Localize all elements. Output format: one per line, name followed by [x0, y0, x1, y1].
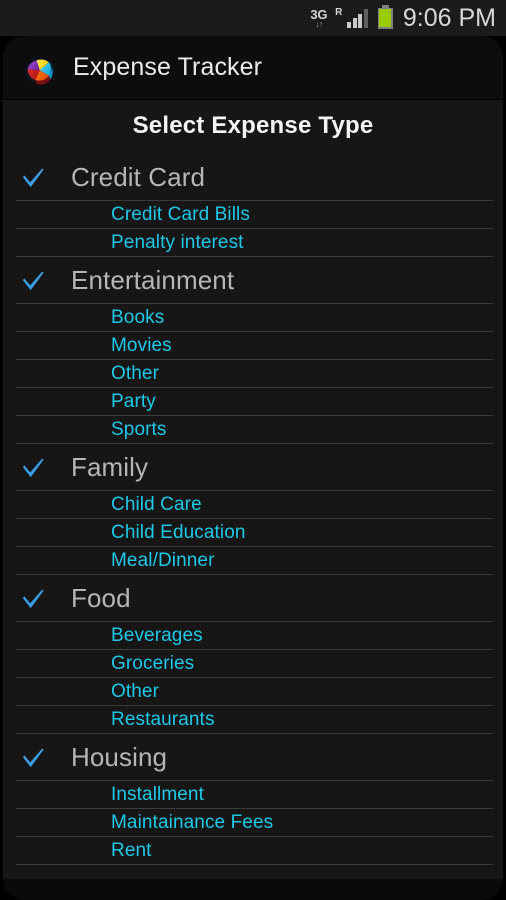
group-label: Food: [71, 583, 131, 613]
list-item-books[interactable]: Books: [3, 304, 503, 332]
battery-fill: [379, 9, 392, 27]
battery-icon: [377, 4, 393, 29]
list-item-meal-dinner[interactable]: Meal/Dinner: [3, 547, 503, 575]
action-bar: Expense Tracker: [3, 36, 503, 100]
list-item-sports[interactable]: Sports: [3, 416, 503, 444]
list-item-other[interactable]: Other: [3, 360, 503, 388]
list-item-label: Installment: [111, 784, 204, 805]
list-item-child-care[interactable]: Child Care: [3, 491, 503, 519]
list-item-penalty-interest[interactable]: Penalty interest: [3, 229, 503, 257]
list-item-beverages[interactable]: Beverages: [3, 622, 503, 650]
list-item-label: Party: [111, 391, 156, 412]
signal-bar-3: [358, 13, 363, 28]
list-item-label: Credit Card Bills: [111, 204, 250, 225]
app-title: Expense Tracker: [73, 53, 263, 81]
group-label: Entertainment: [71, 265, 235, 295]
list-item-label: Child Care: [111, 494, 202, 515]
list-item-label: Movies: [111, 335, 172, 356]
list-item-installment[interactable]: Installment: [3, 781, 503, 809]
group-row-insurance[interactable]: Insurance: [3, 865, 503, 879]
list-item-groceries[interactable]: Groceries: [3, 650, 503, 678]
expense-type-list[interactable]: Credit Card Credit Card Bills Penalty inte…: [3, 154, 503, 879]
list-item-label: Maintainance Fees: [111, 812, 274, 833]
checkmark-icon: [42, 878, 43, 879]
list-item-rent[interactable]: Rent: [3, 837, 503, 865]
app-window: Expense Tracker Select Expense Type Cred…: [3, 36, 503, 900]
list-item-label: Other: [111, 363, 160, 384]
list-item-label: Groceries: [111, 653, 195, 674]
checkmark-icon: [22, 747, 44, 767]
list-item-credit-card-bills[interactable]: Credit Card Bills: [3, 201, 503, 229]
list-item-label: Beverages: [111, 625, 203, 646]
list-item-label: Child Education: [111, 522, 246, 543]
list-item-label: Penalty interest: [111, 232, 244, 253]
group-row-housing[interactable]: Housing: [3, 734, 503, 781]
list-item-label: Restaurants: [111, 709, 215, 730]
data-transfer-arrows-icon: ↓↑: [315, 18, 323, 29]
group-label: Housing: [71, 742, 168, 772]
list-item-label: Sports: [111, 419, 167, 440]
status-bar: 3G ↓↑ R 9:06 PM: [0, 0, 506, 36]
signal-bars-icon: [347, 8, 368, 28]
signal-bar-1: [347, 21, 352, 28]
checkmark-icon: [22, 588, 44, 608]
list-item-label: Rent: [111, 840, 152, 861]
group-row-food[interactable]: Food: [3, 575, 503, 622]
list-item-child-education[interactable]: Child Education: [3, 519, 503, 547]
list-item-label: Other: [111, 681, 160, 702]
group-row-entertainment[interactable]: Entertainment: [3, 257, 503, 304]
checkmark-icon: [22, 167, 44, 187]
checkmark-icon: [22, 457, 44, 477]
expense-tracker-logo-icon: [24, 57, 55, 85]
signal-bar-4: [363, 8, 368, 28]
list-item-label: Meal/Dinner: [111, 550, 215, 571]
list-item-label: Books: [111, 307, 165, 328]
signal-bar-2: [352, 17, 357, 28]
group-label: Insurance: [71, 873, 186, 879]
group-row-credit-card[interactable]: Credit Card: [3, 154, 503, 201]
list-item-party[interactable]: Party: [3, 388, 503, 416]
list-item-maintainance-fees[interactable]: Maintainance Fees: [3, 809, 503, 837]
group-label: Family: [71, 452, 149, 482]
status-bar-indicators: 3G ↓↑ R 9:06 PM: [310, 4, 496, 33]
checkmark-icon: [22, 270, 44, 290]
list-item-movies[interactable]: Movies: [3, 332, 503, 360]
roaming-indicator-label: R: [335, 6, 343, 18]
status-bar-clock: 9:06 PM: [402, 3, 496, 32]
network-type-indicator: 3G ↓↑: [310, 8, 327, 29]
list-item-restaurants[interactable]: Restaurants: [3, 706, 503, 734]
group-row-family[interactable]: Family: [3, 444, 503, 491]
group-label: Credit Card: [71, 162, 206, 192]
page-title: Select Expense Type: [3, 100, 503, 154]
list-item-other[interactable]: Other: [3, 678, 503, 706]
